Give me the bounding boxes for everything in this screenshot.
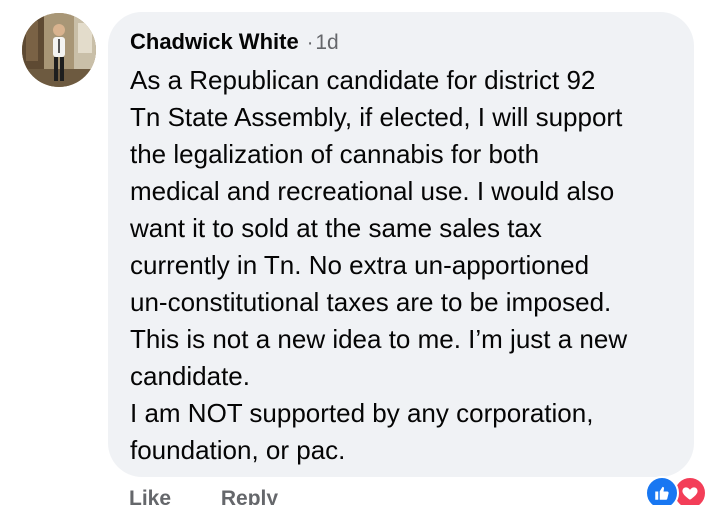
like-button[interactable]: Like <box>129 487 171 505</box>
reaction-summary[interactable] <box>645 476 709 505</box>
comment-line: Tn State Assembly, if elected, I will su… <box>130 102 623 132</box>
comment-line: This is not a new idea to me. I’m just a… <box>130 324 628 354</box>
comment-line: un-constitutional taxes are to be impose… <box>130 287 612 317</box>
avatar[interactable] <box>22 13 96 87</box>
comment-line: I am NOT supported by any corporation, <box>130 398 594 428</box>
comment-bubble: Chadwick White ·1d As a Republican candid… <box>108 12 694 477</box>
comment-screen: Chadwick White ·1d As a Republican candid… <box>0 0 720 505</box>
comment-line: currently in Tn. No extra un-apportioned <box>130 250 590 280</box>
thumbs-up-icon <box>655 486 669 500</box>
comment-line: As a Republican candidate for district 9… <box>130 65 596 95</box>
comment-line: foundation, or pac. <box>130 435 346 465</box>
comment-header: Chadwick White ·1d <box>130 29 339 55</box>
comment-line: candidate. <box>130 361 250 391</box>
comment-line: the legalization of cannabis for both <box>130 139 540 169</box>
profile-photo <box>22 13 96 87</box>
separator-dot: · <box>306 32 314 54</box>
comment-actions: Like Reply <box>129 487 278 505</box>
comment-line: want it to sold at the same sales tax <box>130 213 542 243</box>
author-name[interactable]: Chadwick White <box>130 29 299 54</box>
like-icon <box>645 476 679 505</box>
comment-timestamp[interactable]: 1d <box>315 31 338 54</box>
comment-line: medical and recreational use. I would al… <box>130 176 615 206</box>
reply-button[interactable]: Reply <box>221 487 278 505</box>
comment-body: As a Republican candidate for district 9… <box>130 62 690 469</box>
heart-icon <box>682 487 698 500</box>
